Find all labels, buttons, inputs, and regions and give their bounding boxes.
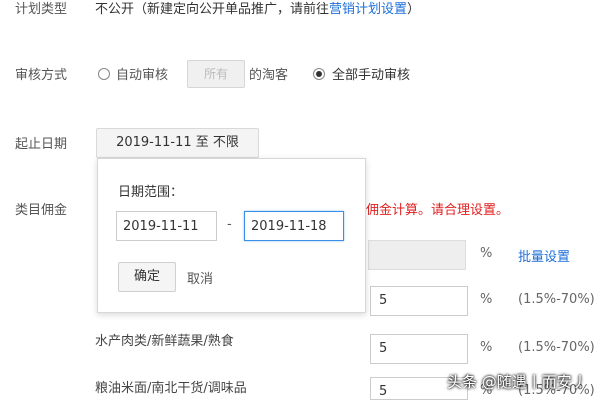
confirm-button[interactable]: 确定 bbox=[118, 262, 176, 292]
date-range-title: 日期范围： bbox=[118, 185, 184, 200]
percent-sign: % bbox=[480, 292, 493, 307]
manual-review-radio[interactable] bbox=[313, 68, 325, 80]
plan-type-value-suffix: ） bbox=[407, 2, 421, 17]
cancel-button[interactable]: 取消 bbox=[187, 268, 213, 287]
date-range-label: 起止日期 bbox=[15, 137, 68, 152]
commission-range: (1.5%-70%) bbox=[518, 340, 595, 355]
plan-type-label: 计划类型 bbox=[15, 2, 68, 17]
watermark: 头条 @随遇丨而安丿 bbox=[447, 373, 587, 391]
percent-sign: % bbox=[480, 246, 493, 261]
start-date-input[interactable] bbox=[116, 211, 217, 241]
commission-input[interactable]: 5 bbox=[370, 286, 468, 316]
marketing-plan-settings-link[interactable]: 营销计划设置 bbox=[329, 2, 407, 17]
auto-review-label: 自动审核 bbox=[116, 68, 169, 83]
auto-review-radio[interactable] bbox=[98, 68, 110, 80]
commission-input-disabled bbox=[368, 240, 466, 270]
manual-review-label: 全部手动审核 bbox=[332, 68, 411, 83]
end-date-input[interactable] bbox=[244, 211, 344, 241]
commission-range: (1.5%-70%) bbox=[518, 292, 595, 307]
plan-type-value: 不公开（新建定向公开单品推广，请前往营销计划设置） bbox=[95, 0, 420, 17]
customers-text: 的淘客 bbox=[249, 68, 289, 83]
category-commission-label: 类目佣金 bbox=[15, 203, 68, 218]
date-separator: - bbox=[227, 217, 232, 232]
percent-sign: % bbox=[480, 340, 493, 355]
date-range-popup: 日期范围： - 确定 取消 bbox=[97, 158, 366, 313]
commission-input[interactable]: 5 bbox=[370, 334, 468, 364]
all-customers-button[interactable]: 所有 bbox=[187, 60, 245, 88]
category-name: 粮油米面/南北干货/调味品 bbox=[95, 381, 247, 396]
category-name: 水产肉类/新鲜蔬果/熟食 bbox=[95, 334, 234, 349]
batch-set-link[interactable]: 批量设置 bbox=[518, 246, 570, 265]
date-range-button[interactable]: 2019-11-11 至 不限 bbox=[96, 128, 259, 158]
plan-type-value-text: 不公开（新建定向公开单品推广，请前往 bbox=[95, 2, 330, 17]
review-method-label: 审核方式 bbox=[15, 68, 68, 83]
commission-warning-text: 佣金计算。请合理设置。 bbox=[366, 203, 510, 218]
